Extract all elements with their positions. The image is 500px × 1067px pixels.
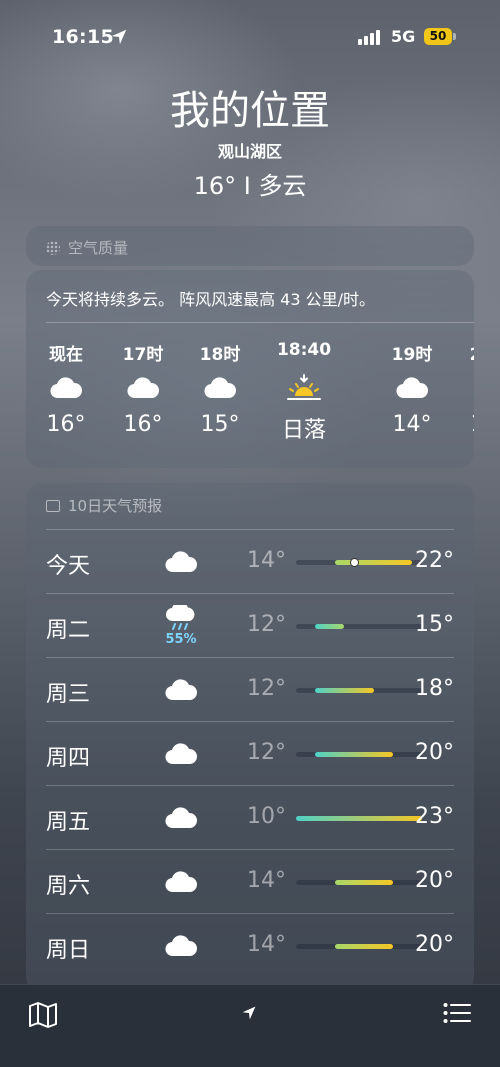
high-temp: 20° bbox=[415, 740, 454, 765]
temp-range-fill bbox=[334, 944, 393, 949]
location-arrow-icon[interactable] bbox=[241, 1005, 257, 1021]
signal-icon bbox=[358, 29, 380, 45]
status-bar: 16:15 5G 50 bbox=[0, 0, 500, 60]
hour-label: 现在 bbox=[49, 345, 83, 365]
temp-range-fill bbox=[296, 816, 422, 821]
forecast-row[interactable]: 周日 14° 20° bbox=[46, 913, 454, 978]
cloud-icon bbox=[165, 679, 197, 701]
air-quality-label: 空气质量 bbox=[68, 239, 129, 257]
high-temp: 23° bbox=[415, 804, 454, 829]
high-temp: 15° bbox=[415, 612, 454, 637]
low-temp: 14° bbox=[247, 868, 286, 893]
high-temp: 18° bbox=[415, 676, 454, 701]
hour-item: 18:40 日落 bbox=[264, 340, 344, 444]
hourly-forecast-card[interactable]: 今天将持续多云。 阵风风速最高 43 公里/时。 现在 16° 17时 16° … bbox=[26, 270, 474, 468]
low-temp: 10° bbox=[247, 804, 286, 829]
low-temp: 12° bbox=[247, 676, 286, 701]
cloud-icon bbox=[165, 551, 197, 573]
air-quality-icon bbox=[46, 240, 60, 255]
ten-day-title: 10日天气预报 bbox=[68, 497, 163, 515]
temp-range-bar bbox=[296, 816, 422, 821]
high-temp: 20° bbox=[415, 868, 454, 893]
day-label: 今天 bbox=[46, 554, 91, 579]
temp-range-bar bbox=[296, 688, 422, 693]
ten-day-forecast-card[interactable]: 10日天气预报 今天 14° 22° 周二 55% 12° 15° 周三 12° 18° 周四 12°… bbox=[26, 483, 474, 993]
location-arrow-icon bbox=[111, 29, 127, 45]
hour-label: 18时 bbox=[199, 345, 241, 365]
high-temp: 20° bbox=[415, 932, 454, 957]
day-label: 周六 bbox=[46, 874, 91, 899]
temp-range-fill bbox=[315, 688, 374, 693]
list-icon[interactable] bbox=[443, 1001, 471, 1025]
hourly-list[interactable]: 现在 16° 17时 16° 18时 15° 18:40 日落 19时 14° bbox=[26, 340, 475, 460]
forecast-row[interactable]: 周三 12° 18° bbox=[46, 657, 454, 722]
hour-temp: 14° bbox=[450, 412, 475, 437]
cloud-icon bbox=[127, 377, 159, 399]
forecast-row[interactable]: 周六 14° 20° bbox=[46, 849, 454, 914]
hour-temp: 15° bbox=[200, 412, 240, 437]
hour-item: 17时 16° bbox=[103, 340, 183, 437]
temp-range-fill bbox=[334, 880, 393, 885]
hour-temp: 16° bbox=[46, 412, 86, 437]
sunset-icon bbox=[287, 374, 321, 400]
forecast-summary: 今天将持续多云。 阵风风速最高 43 公里/时。 bbox=[46, 290, 376, 309]
battery-icon: 50 bbox=[424, 28, 452, 45]
network-type: 5G bbox=[391, 27, 416, 46]
cloud-icon bbox=[165, 743, 197, 765]
day-label: 周二 bbox=[46, 618, 91, 643]
hour-item: 现在 16° bbox=[26, 340, 106, 437]
hour-temp: 日落 bbox=[281, 418, 326, 443]
low-temp: 12° bbox=[247, 740, 286, 765]
day-label: 周日 bbox=[46, 938, 91, 963]
sublocation: 观山湖区 bbox=[217, 142, 282, 161]
forecast-row[interactable]: 周五 10° 23° bbox=[46, 785, 454, 850]
hour-item: 18时 15° bbox=[180, 340, 260, 437]
low-temp: 12° bbox=[247, 612, 286, 637]
cloud-icon bbox=[50, 377, 82, 399]
current-temp-dot bbox=[349, 558, 359, 567]
rain-cloud-icon bbox=[166, 605, 195, 630]
calendar-icon bbox=[46, 499, 60, 512]
cloud-icon bbox=[165, 935, 197, 957]
cloud-icon bbox=[165, 871, 197, 893]
current-conditions: 16° I 多云 bbox=[193, 172, 307, 200]
hour-label: 20时 bbox=[450, 340, 474, 365]
hour-temp: 14° bbox=[392, 412, 432, 437]
high-temp: 22° bbox=[415, 548, 454, 573]
cloud-icon bbox=[165, 807, 197, 829]
location-header: 我的位置 观山湖区 16° I 多云 bbox=[0, 82, 500, 201]
low-temp: 14° bbox=[247, 548, 286, 573]
temp-range-bar bbox=[296, 944, 422, 949]
forecast-row[interactable]: 今天 14° 22° bbox=[46, 529, 454, 594]
air-quality-card[interactable]: 空气质量 bbox=[26, 226, 474, 266]
forecast-row[interactable]: 周四 12° 20° bbox=[46, 721, 454, 786]
temp-range-bar bbox=[296, 752, 422, 757]
temp-range-fill bbox=[334, 560, 413, 565]
status-time: 16:15 bbox=[52, 26, 114, 48]
cloud-icon bbox=[204, 377, 236, 399]
hour-item: 20时 14° bbox=[450, 340, 474, 437]
hour-item: 19时 14° bbox=[372, 340, 452, 437]
temp-range-fill bbox=[315, 624, 345, 629]
temp-range-fill bbox=[315, 752, 393, 757]
day-label: 周五 bbox=[46, 810, 91, 835]
low-temp: 14° bbox=[247, 932, 286, 957]
cloud-icon bbox=[396, 377, 428, 399]
day-label: 周三 bbox=[46, 682, 91, 707]
hour-temp: 16° bbox=[123, 412, 163, 437]
hour-label: 17时 bbox=[122, 345, 164, 365]
day-label: 周四 bbox=[46, 746, 91, 771]
temp-range-bar bbox=[296, 624, 422, 629]
temp-range-bar bbox=[296, 558, 422, 567]
location-title: 我的位置 bbox=[170, 88, 330, 134]
forecast-row[interactable]: 周二 55% 12° 15° bbox=[46, 593, 454, 658]
divider bbox=[46, 322, 474, 323]
hour-label: 19时 bbox=[391, 345, 433, 365]
precip-chance: 55% bbox=[165, 632, 197, 647]
bottom-toolbar bbox=[0, 984, 500, 1067]
hour-label: 18:40 bbox=[276, 340, 332, 360]
map-icon[interactable] bbox=[28, 1001, 58, 1029]
temp-range-bar bbox=[296, 880, 422, 885]
